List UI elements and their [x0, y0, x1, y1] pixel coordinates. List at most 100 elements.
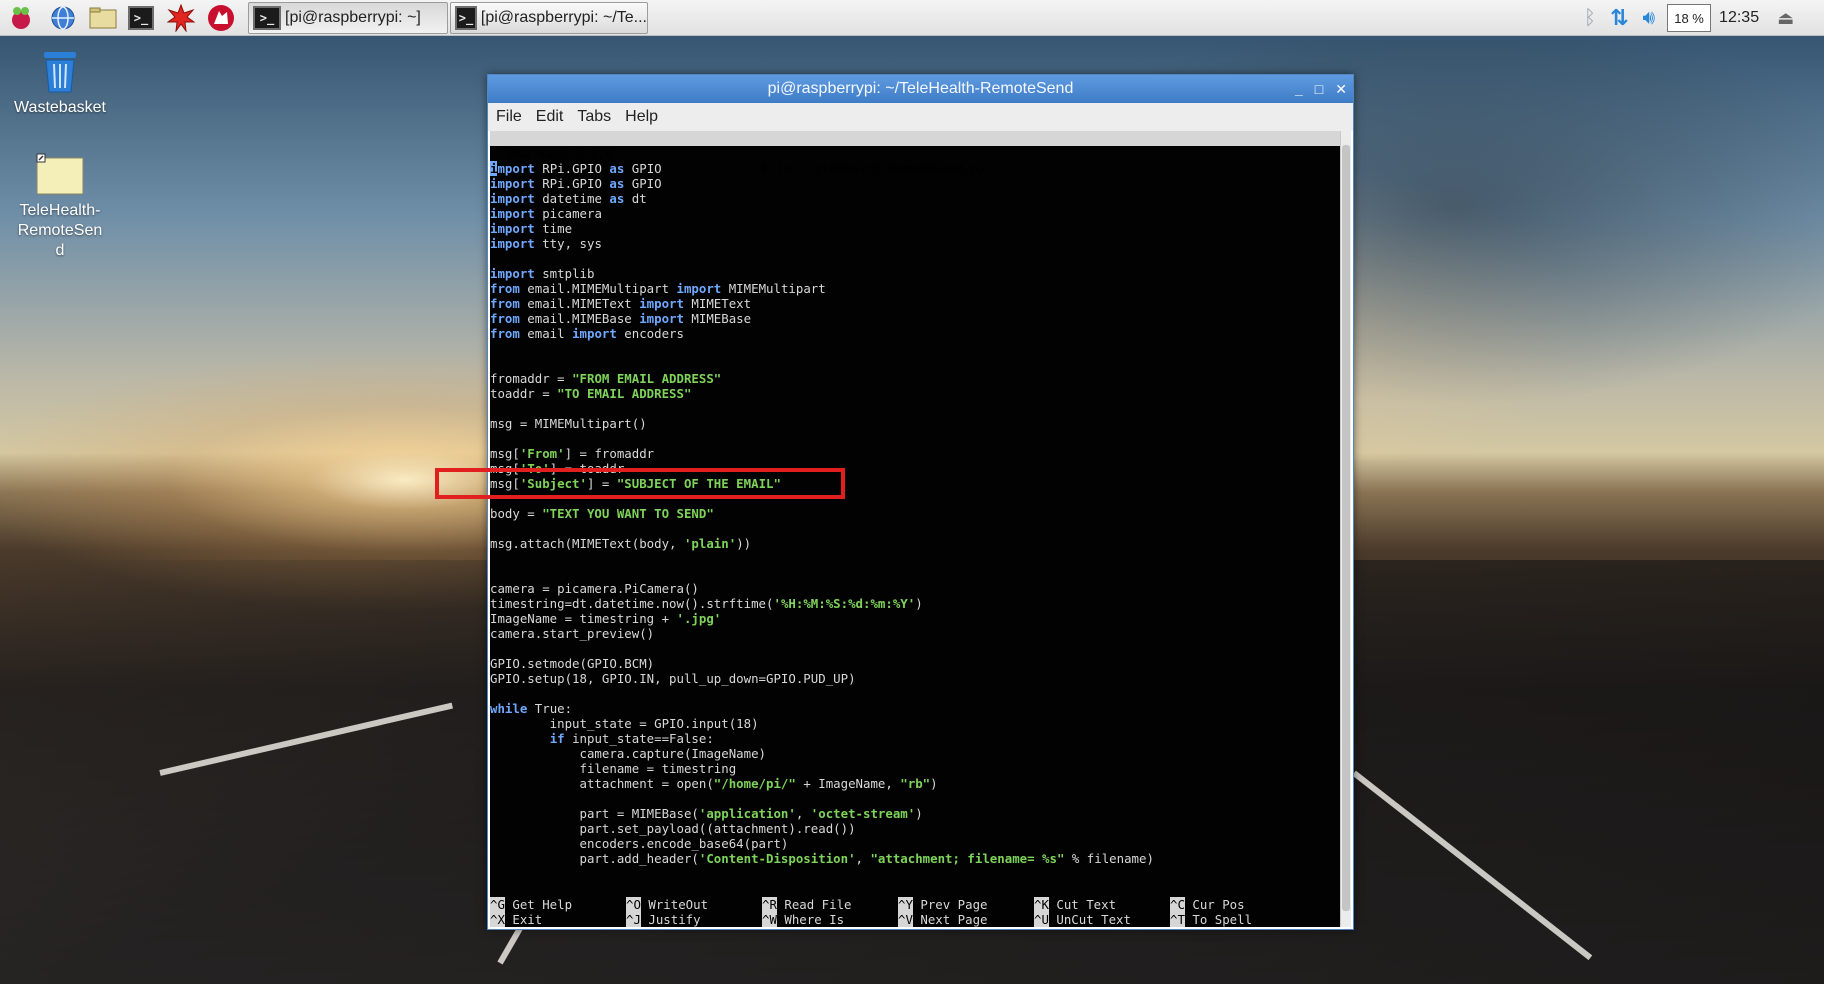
clock[interactable]: 12:35	[1719, 9, 1759, 27]
nano-shortcut: ^U UnCut Text	[1034, 912, 1131, 927]
code-text: GPIO.setmode(GPIO.BCM)	[490, 656, 655, 671]
menu-bar: File Edit Tabs Help	[488, 103, 1353, 131]
code-text: RPi.GPIO	[534, 161, 610, 176]
shortcut-label: Next Page	[912, 912, 988, 927]
code-text: )	[915, 596, 923, 611]
code-line: attachment = open("/home/pi/" + ImageNam…	[490, 776, 1154, 791]
cpu-monitor[interactable]: 18 %	[1667, 4, 1712, 32]
code-text: email.MIMEText	[519, 296, 640, 311]
code-string: "SUBJECT OF THE EMAIL"	[616, 476, 781, 491]
code-text: + ImageName,	[795, 776, 901, 791]
wolf-app-icon[interactable]	[206, 3, 236, 33]
shortcut-label: Where Is	[776, 912, 845, 927]
code-text: GPIO	[624, 176, 662, 191]
road-marking	[159, 702, 453, 776]
terminal-content[interactable]: GNU nano 2.2.6 File: TeleHealth-RemoteSe…	[490, 131, 1340, 927]
code-line: part.set_payload((attachment).read())	[490, 821, 1154, 836]
web-browser-icon[interactable]	[48, 3, 78, 33]
terminal-scrollbar[interactable]	[1340, 131, 1351, 927]
nano-shortcut: ^O WriteOut	[626, 897, 708, 912]
terminal-launcher-icon[interactable]: >_	[128, 3, 158, 33]
shortcut-key: ^X	[490, 912, 505, 927]
code-text: ] =	[586, 476, 617, 491]
shortcut-label: Justify	[640, 912, 701, 927]
code-text: encoders.encode_base64(part)	[490, 836, 789, 851]
road-marking	[1352, 770, 1593, 961]
code-text: camera.start_preview()	[490, 626, 655, 641]
eject-icon[interactable]: ⏏	[1777, 8, 1794, 29]
nano-shortcut: ^R Read File	[762, 897, 852, 912]
code-line: camera.start_preview()	[490, 626, 1154, 641]
code-line: part.add_header('Content-Disposition', "…	[490, 851, 1154, 866]
code-text: encoders	[616, 326, 684, 341]
shortcut-label: Exit	[504, 912, 543, 927]
code-line: import datetime as dt	[490, 191, 1154, 206]
network-icon[interactable]: ⇅	[1610, 5, 1628, 31]
shortcut-label: Cut Text	[1048, 897, 1117, 912]
code-text: msg[	[490, 476, 520, 491]
code-line: import RPi.GPIO as GPIO	[490, 161, 1154, 176]
code-text: msg.attach(MIMEText(body,	[490, 536, 684, 551]
code-line: msg['Subject'] = "SUBJECT OF THE EMAIL"	[490, 476, 1154, 491]
code-line: fromaddr = "FROM EMAIL ADDRESS"	[490, 371, 1154, 386]
code-line: GPIO.setup(18, GPIO.IN, pull_up_down=GPI…	[490, 671, 1154, 686]
text-cursor: i	[490, 161, 498, 176]
task-label: [pi@raspberrypi: ~]	[285, 9, 421, 26]
code-text: camera = picamera.PiCamera()	[490, 581, 699, 596]
desktop-icon-wastebasket[interactable]: Wastebasket	[0, 46, 120, 117]
code-keyword: import	[490, 236, 535, 251]
maximize-button[interactable]: □	[1315, 81, 1323, 97]
code-line: toaddr = "TO EMAIL ADDRESS"	[490, 386, 1154, 401]
file-manager-icon[interactable]	[88, 3, 118, 33]
menu-file[interactable]: File	[496, 108, 522, 126]
window-titlebar[interactable]: pi@raspberrypi: ~/TeleHealth-RemoteSend …	[488, 75, 1353, 103]
code-line: GPIO.setmode(GPIO.BCM)	[490, 656, 1154, 671]
shortcut-key: ^K	[1034, 897, 1049, 912]
code-editor[interactable]: import RPi.GPIO as GPIO import RPi.GPIO a…	[490, 161, 1154, 866]
code-string: 'plain'	[683, 536, 737, 551]
code-text: % filename)	[1064, 851, 1154, 866]
code-text: msg[	[490, 461, 520, 476]
code-line: camera = picamera.PiCamera()	[490, 581, 1154, 596]
shortcut-key: ^U	[1034, 912, 1049, 927]
code-string: "/home/pi/"	[713, 776, 796, 791]
code-keyword: import	[490, 266, 535, 281]
code-text: camera.capture(ImageName)	[490, 746, 767, 761]
code-string: '%H:%M:%S:%d:%m:%Y'	[773, 596, 916, 611]
volume-icon[interactable]: 🔊︎	[1642, 7, 1655, 30]
scrollbar-thumb[interactable]	[1342, 145, 1350, 911]
code-keyword: import	[639, 296, 684, 311]
window-title: pi@raspberrypi: ~/TeleHealth-RemoteSend	[767, 80, 1074, 97]
code-text: timestring=dt.datetime.now().strftime(	[490, 596, 774, 611]
bluetooth-icon[interactable]: ᛒ	[1584, 7, 1596, 30]
code-keyword: import	[572, 326, 617, 341]
code-line: import time	[490, 221, 1154, 236]
shortcut-key: ^R	[762, 897, 777, 912]
nano-shortcut: ^W Where Is	[762, 912, 844, 927]
taskbar: >_ >_ [pi@raspberrypi: ~] >_ [pi@raspber…	[0, 0, 1824, 36]
task-terminal-telehealth[interactable]: >_ [pi@raspberrypi: ~/Te...	[450, 2, 648, 34]
shortcut-key: ^C	[1170, 897, 1185, 912]
nano-shortcut: ^J Justify	[626, 912, 701, 927]
close-button[interactable]: ✕	[1335, 81, 1347, 98]
menu-tabs[interactable]: Tabs	[577, 108, 611, 126]
task-terminal-home[interactable]: >_ [pi@raspberrypi: ~]	[248, 2, 448, 34]
desktop-icon-label: Wastebasket	[14, 99, 106, 116]
raspberry-menu-icon[interactable]	[6, 3, 36, 33]
code-line: from email import encoders	[490, 326, 1154, 341]
code-line: body = "TEXT YOU WANT TO SEND"	[490, 506, 1154, 521]
code-keyword: as	[609, 191, 625, 206]
desktop-icon-telehealth[interactable]: TeleHealth-RemoteSend	[0, 152, 120, 261]
math-kernel-icon[interactable]	[166, 3, 196, 33]
minimize-button[interactable]: _	[1295, 81, 1303, 97]
code-text: msg[	[490, 446, 520, 461]
code-string: 'octet-stream'	[810, 806, 916, 821]
menu-edit[interactable]: Edit	[536, 108, 564, 126]
menu-help[interactable]: Help	[625, 108, 658, 126]
nano-shortcut: ^C Cur Pos	[1170, 897, 1245, 912]
nano-shortcut: ^T To Spell	[1170, 912, 1252, 927]
code-keyword: import	[490, 206, 535, 221]
code-keyword: from	[490, 326, 520, 341]
